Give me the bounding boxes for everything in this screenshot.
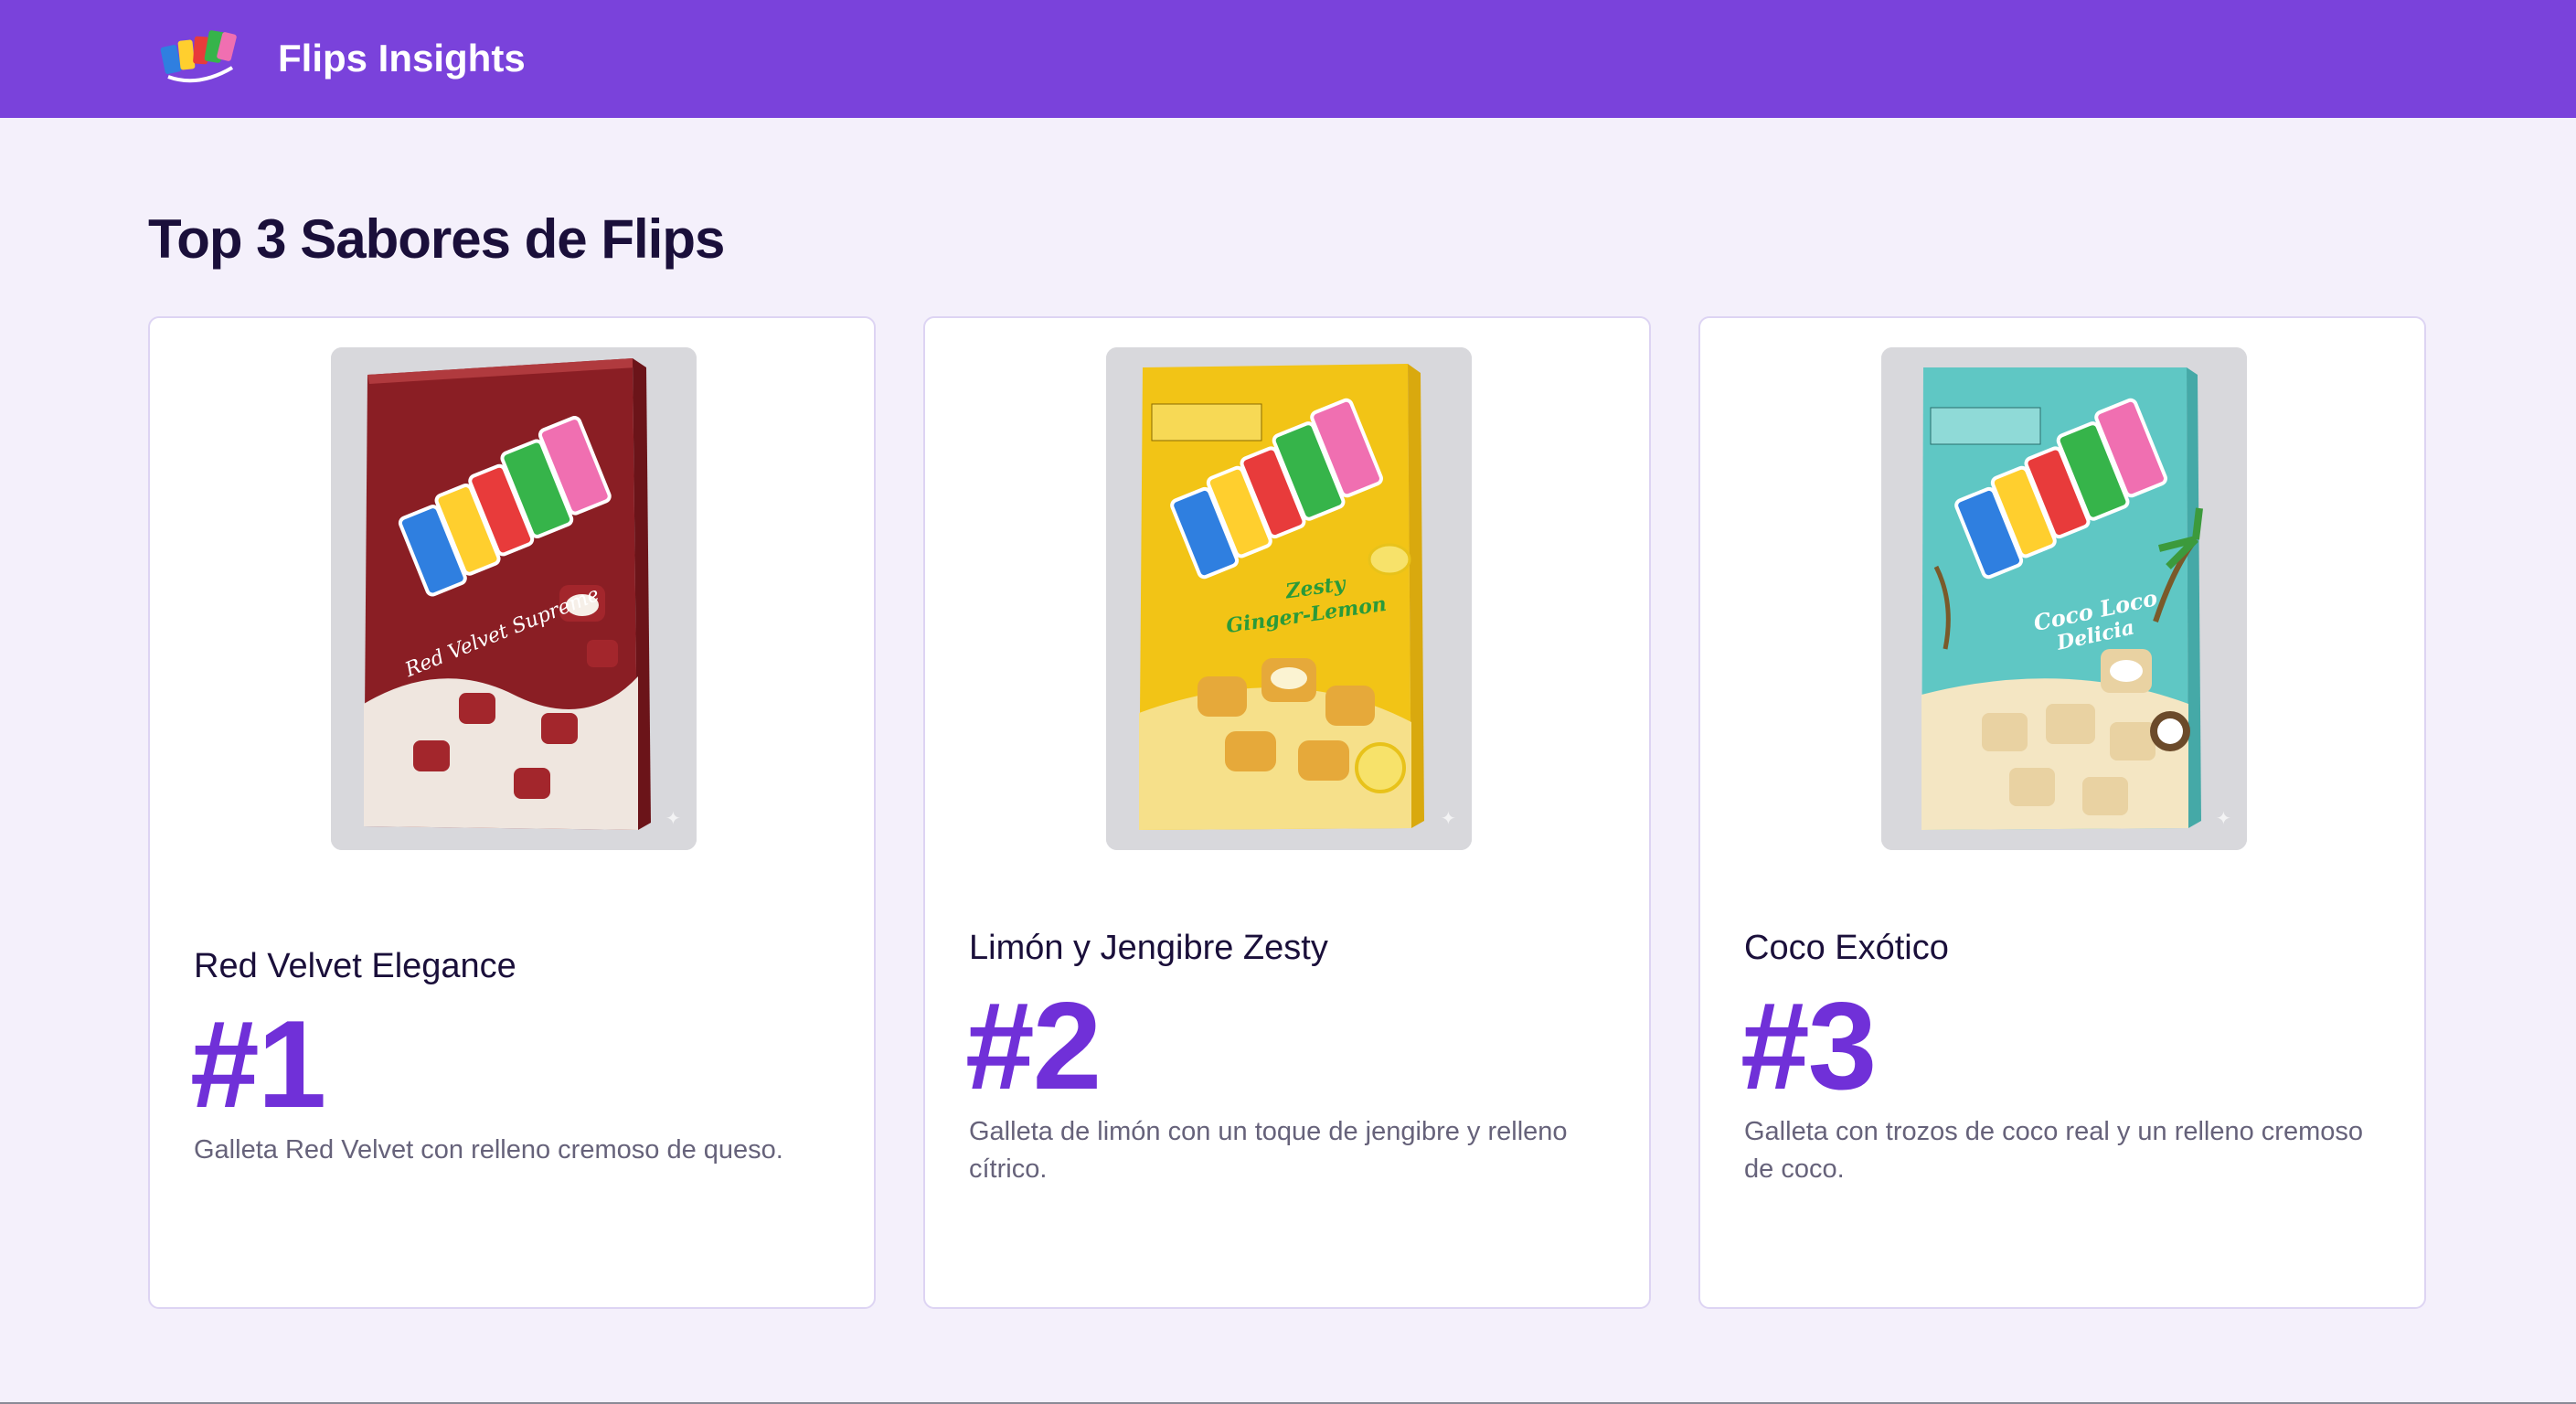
flavor-name: Coco Exótico	[1744, 929, 1949, 967]
flavor-description: Galleta con trozos de coco real y un rel…	[1744, 1117, 2364, 1184]
flavor-card-red-velvet[interactable]: Red Velvet Supreme ✦ Red Velvet Elegance…	[148, 316, 876, 1309]
product-image: Zesty Ginger-Lemon ✦	[1106, 347, 1472, 850]
svg-text:✦: ✦	[1441, 809, 1456, 829]
cereal-box-coco-loco-image: Coco Loco Delicia ✦	[1881, 347, 2247, 850]
product-image: Red Velvet Supreme ✦	[331, 347, 697, 850]
page-title: Top 3 Sabores de Flips	[148, 208, 725, 270]
flips-logo-icon[interactable]	[157, 26, 240, 91]
flavor-card-coco-exotico[interactable]: Coco Loco Delicia ✦ Coco Exótico #3 Gall…	[1698, 316, 2426, 1309]
svg-text:✦: ✦	[2216, 809, 2231, 829]
app-title[interactable]: Flips Insights	[278, 35, 526, 82]
flavor-rank: #3	[1740, 976, 1877, 1115]
flavor-card-limon-jengibre[interactable]: Zesty Ginger-Lemon ✦ Limón y Jengibre Ze…	[923, 316, 1651, 1309]
svg-text:✦: ✦	[665, 809, 681, 829]
top-nav-bar: Flips Insights	[0, 0, 2576, 118]
flavor-name: Limón y Jengibre Zesty	[969, 929, 1328, 967]
cereal-box-ginger-lemon-image: Zesty Ginger-Lemon ✦	[1106, 347, 1472, 850]
flavor-name: Red Velvet Elegance	[194, 947, 516, 985]
flavor-description: Galleta de limón con un toque de jengibr…	[969, 1117, 1568, 1184]
product-image: Coco Loco Delicia ✦	[1881, 347, 2247, 850]
flavor-rank: #2	[965, 976, 1102, 1115]
cereal-box-red-velvet-image: Red Velvet Supreme ✦	[331, 347, 697, 850]
flavor-rank: #1	[190, 994, 326, 1133]
flavor-description: Galleta Red Velvet con relleno cremoso d…	[194, 1135, 783, 1165]
